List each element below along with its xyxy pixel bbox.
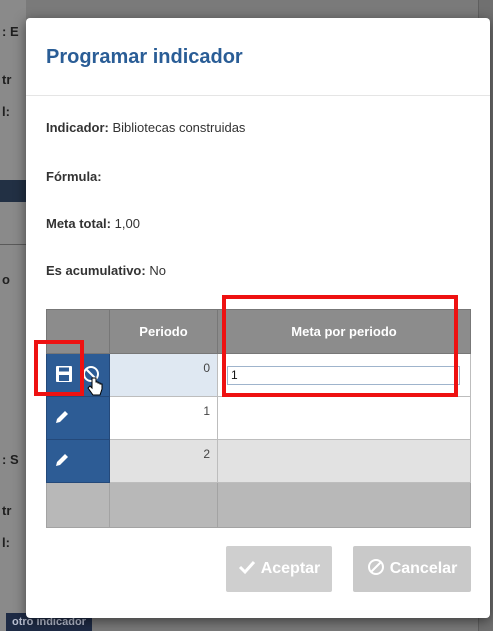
background-divider [0, 244, 26, 245]
meta-cell [217, 396, 471, 440]
acumulativo-value: No [149, 263, 166, 278]
indicador-field: Indicador: Bibliotecas construidas [46, 120, 245, 135]
meta-cell [217, 439, 471, 483]
background-fragment: l: [2, 535, 10, 550]
periods-table: Periodo Meta por periodo 0 1 1 2 [46, 309, 471, 528]
meta-total-value: 1,00 [114, 216, 140, 231]
meta-cell [217, 353, 471, 397]
formula-field: Fórmula: [46, 169, 102, 184]
table-row: 1 [46, 396, 471, 440]
programar-indicador-dialog: Programar indicador Indicador: Bibliotec… [26, 18, 490, 618]
edit-pencil-icon[interactable] [53, 408, 71, 429]
cancel-circle-icon [367, 558, 385, 581]
table-row: 2 [46, 439, 471, 483]
cancel-button-label: Cancelar [389, 560, 458, 577]
table-row: 0 [46, 353, 471, 397]
indicador-value: Bibliotecas construidas [112, 120, 246, 135]
periodo-value: 0 [203, 361, 210, 375]
background-fragment: o [2, 272, 10, 287]
meta-total-label: Meta total: [46, 216, 111, 231]
meta-por-periodo-column-header: Meta por periodo [217, 309, 471, 354]
footer-cell [109, 482, 218, 528]
row-actions-cell [46, 439, 110, 483]
background-fragment: l: [2, 104, 10, 119]
row-actions-cell [46, 396, 110, 440]
meta-por-periodo-input[interactable] [227, 365, 460, 385]
periodo-cell: 0 [109, 353, 218, 397]
accept-button-label: Aceptar [260, 560, 321, 577]
save-icon[interactable] [55, 365, 73, 386]
periodo-cell: 1 [109, 396, 218, 440]
footer-cell [46, 482, 110, 528]
actions-column-header [46, 309, 110, 354]
indicador-label: Indicador: [46, 120, 109, 135]
background-strip [0, 180, 26, 202]
dialog-header: Programar indicador [26, 18, 490, 96]
footer-cell [217, 482, 471, 528]
background-fragment: : S [2, 452, 19, 467]
hand-cursor-icon [87, 377, 103, 402]
periodo-value: 1 [203, 404, 210, 418]
periodo-column-header: Periodo [109, 309, 218, 354]
background-fragment: : E [2, 24, 19, 39]
edit-pencil-icon[interactable] [53, 451, 71, 472]
meta-total-field: Meta total: 1,00 [46, 216, 140, 231]
periodo-cell: 2 [109, 439, 218, 483]
acumulativo-label: Es acumulativo: [46, 263, 146, 278]
acumulativo-field: Es acumulativo: No [46, 263, 166, 278]
table-footer-row [46, 482, 471, 528]
check-icon [238, 559, 256, 580]
accept-button[interactable]: Aceptar [226, 546, 332, 592]
background-fragment: tr [2, 503, 12, 518]
formula-label: Fórmula: [46, 169, 102, 184]
background-fragment: tr [2, 72, 12, 87]
cancel-button[interactable]: Cancelar [353, 546, 471, 592]
periodo-value: 2 [203, 447, 210, 461]
table-header-row: Periodo Meta por periodo [46, 309, 471, 354]
dialog-title: Programar indicador [46, 46, 243, 68]
